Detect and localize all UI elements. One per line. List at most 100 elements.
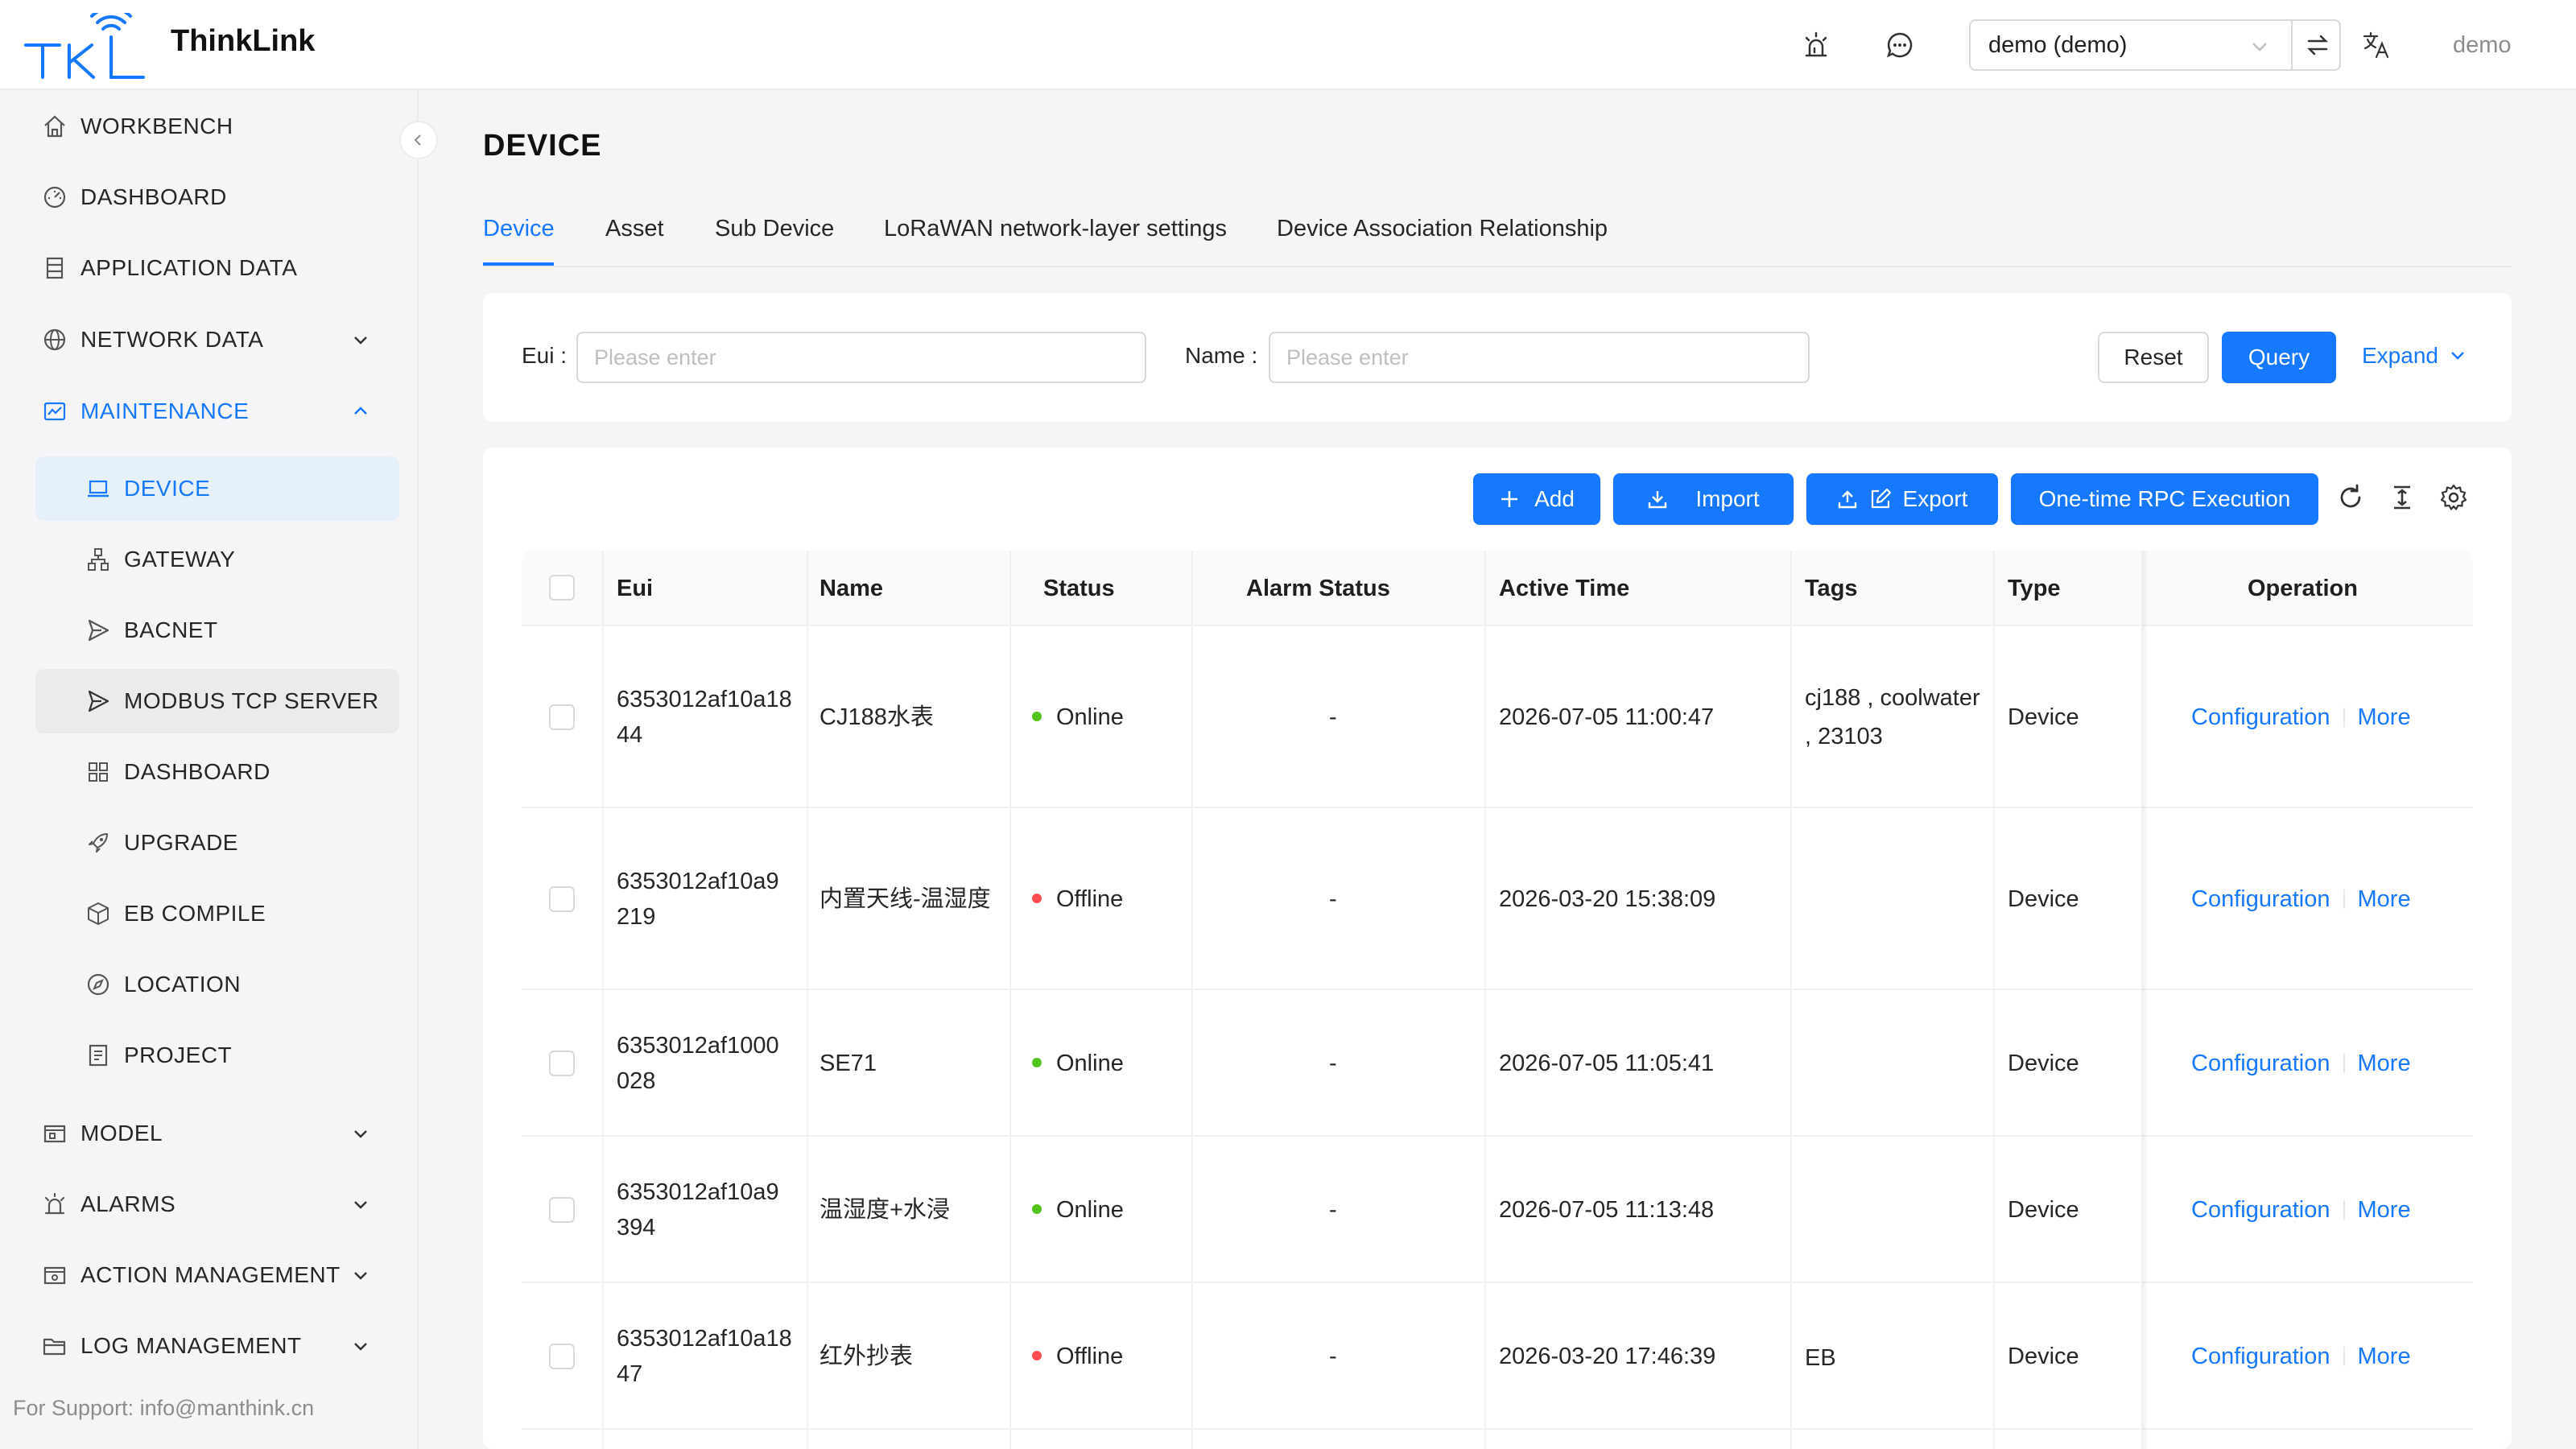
row-checkbox[interactable] xyxy=(549,1051,575,1076)
tab-sub-device[interactable]: Sub Device xyxy=(715,216,834,242)
row-checkbox[interactable] xyxy=(549,704,575,730)
sidebar-item-sub-dashboard[interactable]: DASHBOARD xyxy=(35,740,399,804)
cell-type: Device xyxy=(2008,1051,2079,1076)
sidebar-item-dashboard[interactable]: DASHBOARD xyxy=(42,165,380,229)
sidebar-item-eb-compile[interactable]: EB COMPILE xyxy=(35,881,399,946)
status-dot xyxy=(1032,712,1042,721)
operation-divider xyxy=(2343,1347,2345,1366)
sidebar-item-bacnet[interactable]: BACNET xyxy=(35,598,399,663)
chevron-down-icon xyxy=(354,1201,367,1209)
operation-divider xyxy=(2343,1054,2345,1073)
reset-button[interactable]: Reset xyxy=(2098,332,2209,383)
sidebar-item-action-management[interactable]: ACTION MANAGEMENT xyxy=(42,1243,380,1307)
configuration-link[interactable]: Configuration xyxy=(2191,704,2330,730)
sidebar-item-workbench[interactable]: WORKBENCH xyxy=(42,94,380,159)
configuration-link[interactable]: Configuration xyxy=(2191,1344,2330,1369)
import-icon xyxy=(1649,491,1667,509)
cell-operation: Configuration More xyxy=(2191,1339,2411,1374)
tenant-select[interactable]: demo (demo) xyxy=(1969,19,2341,71)
more-link[interactable]: More xyxy=(2358,704,2411,730)
select-all-checkbox[interactable] xyxy=(549,575,575,601)
tab-asset[interactable]: Asset xyxy=(605,216,664,242)
cell-eui-line: 219 xyxy=(617,904,656,930)
rpc-execution-button[interactable]: One-time RPC Execution xyxy=(2011,473,2318,525)
tag-line: , 23103 xyxy=(1805,724,1883,749)
sidebar-item-project[interactable]: PROJECT xyxy=(35,1023,399,1088)
plus-icon xyxy=(1501,491,1518,507)
column-header-tags[interactable]: Tags xyxy=(1805,551,1858,626)
cell-eui-line: 6353012af10a9 xyxy=(617,1179,779,1205)
message-icon[interactable] xyxy=(1885,31,1914,60)
sidebar-item-maintenance[interactable]: MAINTENANCE xyxy=(42,379,380,444)
settings-icon[interactable] xyxy=(2439,483,2468,512)
column-header-name[interactable]: Name xyxy=(819,551,883,626)
alarm-bell-icon[interactable] xyxy=(1802,31,1831,60)
sidebar-item-label: NETWORK DATA xyxy=(80,327,264,352)
query-button[interactable]: Query xyxy=(2222,332,2336,383)
table-row: 6353012af1000 028 SE71 Online - 2026-07-05 11… xyxy=(522,990,2473,1137)
chevron-down-icon xyxy=(2252,43,2267,52)
cell-active-time: 2026-03-20 15:38:09 xyxy=(1499,886,1716,912)
more-link[interactable]: More xyxy=(2358,1197,2411,1223)
import-button[interactable]: Import xyxy=(1613,473,1794,525)
folder-icon xyxy=(43,1338,66,1356)
sidebar-item-device[interactable]: DEVICE xyxy=(35,456,399,521)
column-height-icon[interactable] xyxy=(2388,483,2417,512)
eui-input[interactable] xyxy=(576,332,1146,383)
sidebar-item-modbus-tcp-server[interactable]: MODBUS TCP SERVER xyxy=(35,669,399,733)
more-link[interactable]: More xyxy=(2358,1344,2411,1369)
table-row: 6353012af10a18 44 CJ188水表 Online - 2026-07-05… xyxy=(522,626,2473,808)
status-text: Offline xyxy=(1056,1344,1124,1369)
user-name[interactable]: demo xyxy=(2453,32,2512,59)
sidebar-item-gateway[interactable]: GATEWAY xyxy=(35,527,399,592)
sidebar-item-upgrade[interactable]: UPGRADE xyxy=(35,811,399,875)
sidebar-item-location[interactable]: LOCATION xyxy=(35,952,399,1017)
active-tab-indicator xyxy=(483,262,554,266)
column-header-alarm-status[interactable]: Alarm Status xyxy=(1246,551,1390,626)
row-checkbox[interactable] xyxy=(549,1344,575,1369)
column-header-type[interactable]: Type xyxy=(2008,551,2061,626)
cell-tags: cj188 , coolwater , 23103 xyxy=(1805,679,1980,756)
configuration-link[interactable]: Configuration xyxy=(2191,1051,2330,1076)
cell-name: 温湿度+水浸 xyxy=(819,1197,950,1223)
expand-filter-link[interactable]: Expand xyxy=(2362,343,2467,369)
add-button-label: Add xyxy=(1534,486,1575,511)
sidebar-item-label: EB COMPILE xyxy=(124,901,266,926)
sidebar-item-model[interactable]: MODEL xyxy=(42,1101,380,1166)
grid-icon xyxy=(89,762,108,782)
more-link[interactable]: More xyxy=(2358,886,2411,912)
column-divider xyxy=(1993,551,1995,1449)
sidebar-item-alarms[interactable]: ALARMS xyxy=(42,1172,380,1236)
add-button[interactable]: Add xyxy=(1473,473,1600,525)
cell-status: Online xyxy=(1032,1046,1124,1081)
rocket-icon xyxy=(89,833,108,852)
column-header-active-time[interactable]: Active Time xyxy=(1499,551,1629,626)
column-header-eui[interactable]: Eui xyxy=(617,551,653,626)
sidebar-item-label: PROJECT xyxy=(124,1042,233,1067)
cell-active-time: 2026-03-20 17:46:39 xyxy=(1499,1344,1716,1369)
tab-device[interactable]: Device xyxy=(483,216,555,242)
tab-device-association[interactable]: Device Association Relationship xyxy=(1277,216,1608,242)
status-dot xyxy=(1032,1058,1042,1067)
row-checkbox[interactable] xyxy=(549,1197,575,1223)
column-header-status[interactable]: Status xyxy=(1043,551,1115,626)
cell-eui: 6353012af10a9 219 xyxy=(617,864,779,935)
translate-icon[interactable] xyxy=(2362,31,2391,60)
name-input[interactable] xyxy=(1269,332,1810,383)
row-checkbox[interactable] xyxy=(549,886,575,912)
sidebar-item-network-data[interactable]: NETWORK DATA xyxy=(42,308,380,372)
reload-icon[interactable] xyxy=(2336,483,2365,512)
sidebar-item-log-management[interactable]: LOG MANAGEMENT xyxy=(42,1314,380,1378)
sidebar-item-application-data[interactable]: APPLICATION DATA xyxy=(42,236,380,300)
cell-eui-line: 028 xyxy=(617,1068,656,1094)
more-link[interactable]: More xyxy=(2358,1051,2411,1076)
sidebar-collapse-button[interactable] xyxy=(399,121,438,159)
swap-icon[interactable] xyxy=(2305,32,2330,58)
tab-lorawan-settings[interactable]: LoRaWAN network-layer settings xyxy=(884,216,1227,242)
sidebar-item-label: DEVICE xyxy=(124,476,211,501)
cell-eui: 6353012af10a9 394 xyxy=(617,1174,779,1245)
sidebar-item-label: DASHBOARD xyxy=(80,184,227,209)
configuration-link[interactable]: Configuration xyxy=(2191,886,2330,912)
configuration-link[interactable]: Configuration xyxy=(2191,1197,2330,1223)
export-button[interactable]: Export xyxy=(1806,473,1998,525)
